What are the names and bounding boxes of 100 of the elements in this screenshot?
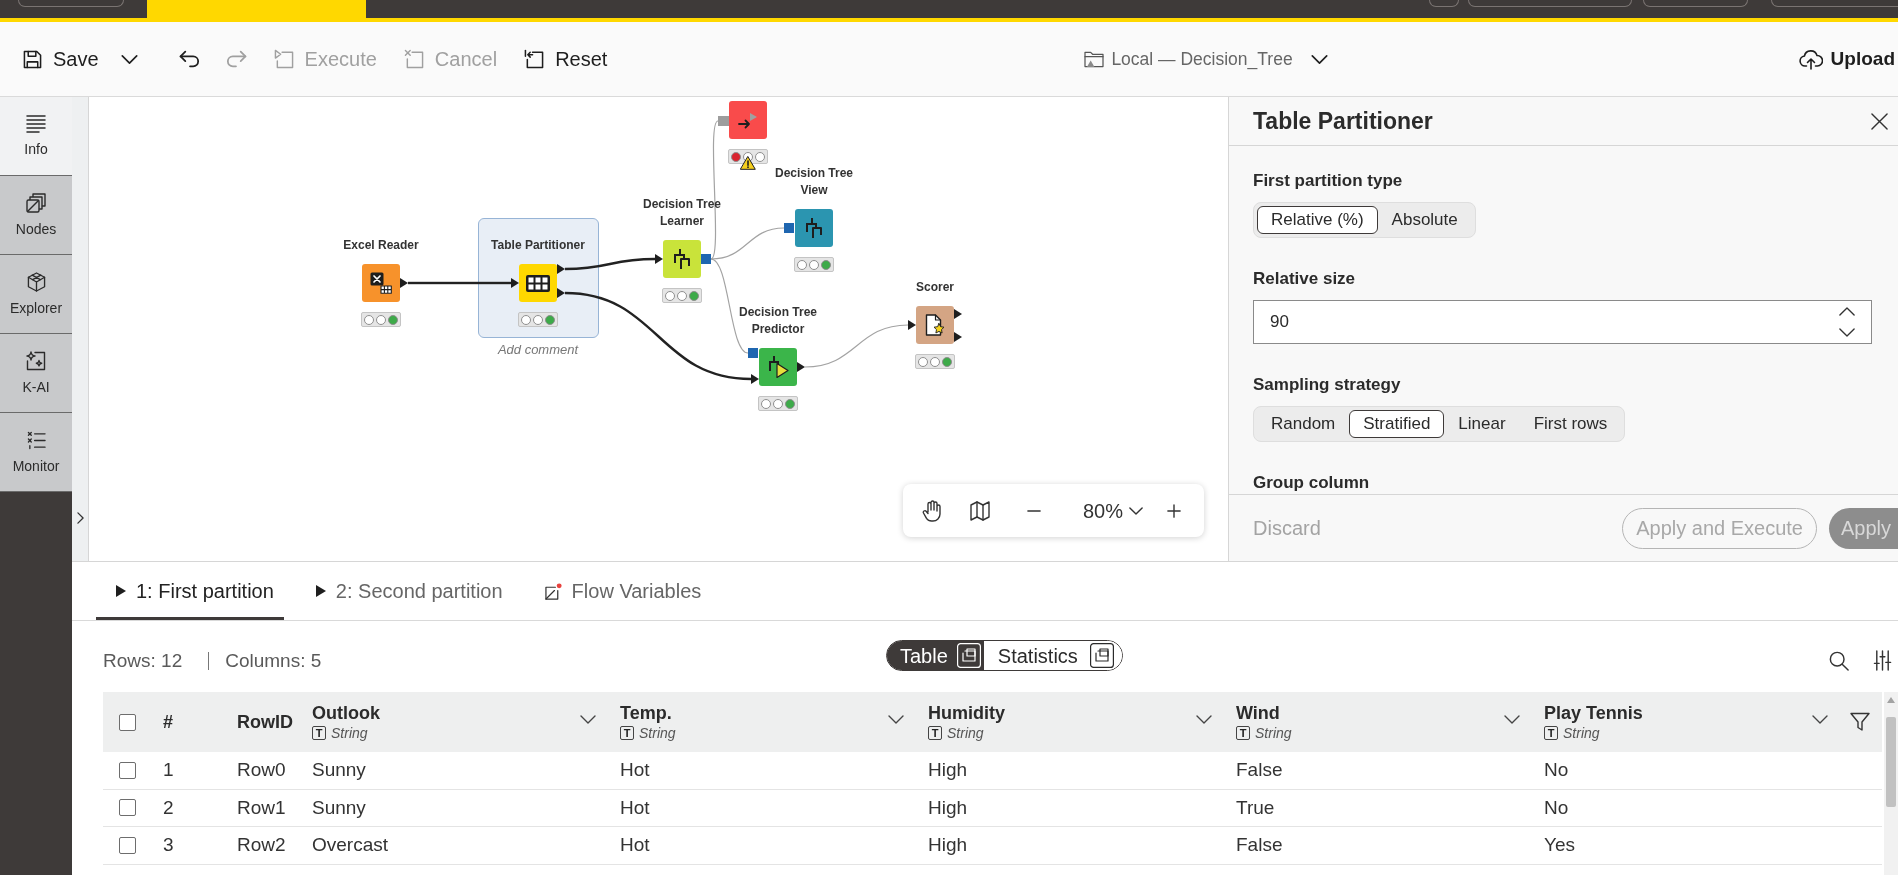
node-tile[interactable] <box>916 306 954 344</box>
filter-icon[interactable] <box>1850 712 1870 732</box>
save-button[interactable]: Save <box>23 47 99 71</box>
table-cell-text: Row1 <box>236 796 287 819</box>
chevron-down-icon <box>1310 54 1328 64</box>
sparkle-icon <box>26 351 46 371</box>
tree-play-icon <box>767 356 789 378</box>
table-cell-text: Row0 <box>236 759 287 782</box>
node-tile[interactable] <box>362 264 400 302</box>
node-tile[interactable] <box>795 209 833 247</box>
option-button[interactable]: Random <box>1257 410 1350 438</box>
sidebar-tab[interactable]: Nodes <box>0 176 72 255</box>
node-tile[interactable] <box>663 240 701 278</box>
port-triangle-icon[interactable] <box>908 320 916 330</box>
cancel-icon <box>403 49 424 69</box>
chevron-right-icon[interactable] <box>76 512 84 524</box>
plus-icon[interactable] <box>1167 503 1182 518</box>
option-button[interactable]: Relative (%) <box>1257 206 1378 234</box>
sidebar-tab[interactable]: Monitor <box>0 413 72 492</box>
port-triangle-icon[interactable] <box>954 309 962 319</box>
column-header[interactable]: Play Tennis <box>1544 702 1643 724</box>
sliders-icon[interactable] <box>1873 650 1892 671</box>
output-tab[interactable]: 2: Second partition <box>295 562 513 620</box>
chevron-up-icon <box>1839 307 1855 316</box>
minus-icon[interactable] <box>1027 509 1041 512</box>
option-button[interactable]: Stratified <box>1349 410 1445 438</box>
port-triangle-icon[interactable] <box>557 264 565 274</box>
table-cell-text: High <box>927 834 969 857</box>
document-star-icon <box>925 314 945 336</box>
scrollbar-thumb[interactable] <box>1886 717 1896 807</box>
chevron-down-icon[interactable] <box>580 715 596 724</box>
zoom-dropdown[interactable]: 80% <box>1083 498 1144 523</box>
save-menu-button[interactable] <box>120 54 138 64</box>
column-type: String <box>1255 725 1292 741</box>
type-symbol: T <box>620 726 634 740</box>
port-triangle-icon[interactable] <box>797 362 805 372</box>
search-icon[interactable] <box>1829 651 1849 671</box>
output-tab[interactable]: 1: First partition <box>96 562 284 620</box>
status-light-icon <box>677 290 687 301</box>
port-triangle-icon[interactable] <box>655 254 663 264</box>
column-header[interactable]: RowID <box>237 711 293 733</box>
sidebar-tab[interactable]: K-AI <box>0 334 72 413</box>
spreadsheet-icon <box>370 272 392 294</box>
cube-icon <box>26 272 46 292</box>
column-header[interactable]: Wind <box>1236 702 1280 724</box>
chevron-down-icon[interactable] <box>1504 715 1520 724</box>
tree-icon <box>806 218 822 238</box>
table-cell-text: Hot <box>619 796 651 819</box>
option-button[interactable]: Absolute <box>1377 206 1472 234</box>
map-icon[interactable] <box>970 500 990 521</box>
hand-icon[interactable] <box>922 499 942 522</box>
window-icon <box>1089 643 1114 668</box>
port-triangle-icon[interactable] <box>557 288 565 298</box>
select-all-checkbox[interactable] <box>118 713 136 731</box>
port-triangle-icon[interactable] <box>954 332 962 342</box>
column-header[interactable]: Temp. <box>620 702 672 724</box>
node-label: Scorer <box>916 279 954 296</box>
row-checkbox[interactable] <box>118 836 136 854</box>
table-cell-text: False <box>1235 834 1284 857</box>
number-field[interactable]: 90 <box>1253 300 1872 344</box>
reset-button[interactable]: Reset <box>524 47 608 71</box>
column-header[interactable]: Humidity <box>928 702 1005 724</box>
port-triangle-icon[interactable] <box>511 278 519 288</box>
execute-icon <box>273 49 294 69</box>
reset-icon <box>524 49 545 69</box>
dialog-title: Table Partitioner <box>1253 107 1433 135</box>
node-label: Decision Tree View <box>773 165 854 199</box>
sidebar-tab[interactable]: Info <box>0 97 72 176</box>
chevron-down-icon[interactable] <box>888 715 904 724</box>
option-button[interactable]: Linear <box>1444 410 1520 438</box>
window-icon <box>956 643 981 668</box>
row-number: 1 <box>162 759 175 782</box>
chevron-down-icon[interactable] <box>1196 715 1212 724</box>
view-mode-button[interactable]: Table <box>887 641 984 670</box>
node-label: Decision Tree Predictor <box>737 304 818 338</box>
grid-icon <box>526 274 550 292</box>
row-checkbox[interactable] <box>118 761 136 779</box>
comment-placeholder[interactable]: Add comment <box>497 342 579 358</box>
node-tile[interactable] <box>729 101 767 139</box>
port-triangle-icon[interactable] <box>751 374 759 384</box>
column-header[interactable]: Outlook <box>312 702 380 724</box>
location-dropdown[interactable]: Local — Decision_Tree <box>1084 48 1328 70</box>
close-icon[interactable] <box>1871 112 1888 130</box>
row-count: Rows: 12 <box>103 649 183 673</box>
sidebar-tab[interactable]: Explorer <box>0 255 72 334</box>
chevron-down-icon[interactable] <box>1812 715 1828 724</box>
table-cell-text: False <box>1235 759 1284 782</box>
setting-label: First partition type <box>1253 171 1403 191</box>
option-button[interactable]: First rows <box>1519 410 1622 438</box>
table-cell-text: Row2 <box>236 834 287 857</box>
column-type: String <box>331 725 368 741</box>
table-cell-text: Hot <box>619 834 651 857</box>
port-triangle-icon[interactable] <box>400 278 408 288</box>
undo-button[interactable] <box>178 50 200 68</box>
upload-button[interactable]: Upload <box>1798 47 1895 71</box>
output-tab[interactable]: Flow Variables <box>524 562 712 620</box>
node-tile[interactable] <box>519 264 557 302</box>
node-tile[interactable] <box>759 348 797 386</box>
column-count: Columns: 5 <box>225 649 322 673</box>
row-checkbox[interactable] <box>118 799 136 817</box>
